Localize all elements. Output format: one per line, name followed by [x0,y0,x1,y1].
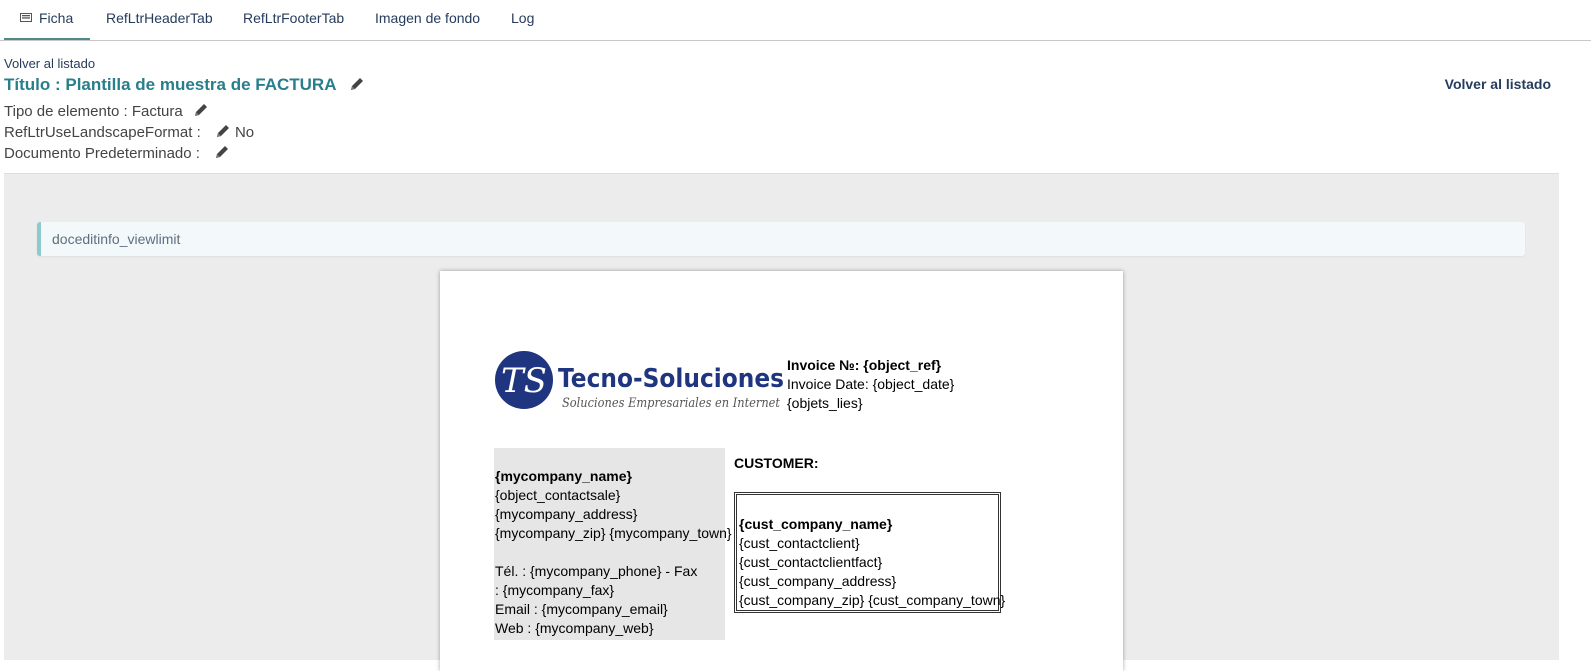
customer-line: {cust_company_address} [739,573,897,589]
tab-bar: Ficha RefLtrHeaderTab RefLtrFooterTab Im… [0,0,1591,41]
prop-default-document: Documento Predeterminado : [4,144,230,162]
customer-name: {cust_company_name} [739,515,998,534]
title-text: Título : Plantilla de muestra de FACTURA [4,75,336,94]
customer-line: {cust_contactclientfact} [739,554,883,570]
back-to-list-link[interactable]: Volver al listado [4,56,95,71]
document-sheet[interactable]: TS Tecno-Soluciones Soluciones Empresari… [440,271,1123,671]
company-line: {mycompany_zip} {mycompany_town} [495,525,732,541]
invoice-ref-line: Invoice №: {object_ref} [787,356,954,375]
card-icon [20,13,32,22]
tab-refltr-header[interactable]: RefLtrHeaderTab [106,0,213,40]
company-line: Email : {mycompany_email} [495,601,668,617]
company-block: {mycompany_name} {object_contactsale} {m… [494,448,732,640]
tab-label: RefLtrFooterTab [243,10,345,26]
company-name: {mycompany_name} [495,467,725,486]
company-line: Tél. : {mycompany_phone} - Fax [495,563,698,579]
tab-refltr-footer[interactable]: RefLtrFooterTab [243,0,344,40]
page-title: Título : Plantilla de muestra de FACTURA [4,75,365,95]
prop-label: Tipo de elemento : Factura [4,103,183,120]
tab-label: Log [511,10,535,26]
invoice-ref-value: {object_ref} [863,357,942,373]
customer-line: {cust_company_zip} {cust_company_town} [739,592,1006,608]
tab-label: RefLtrHeaderTab [106,10,213,26]
tab-log[interactable]: Log [511,0,534,40]
customer-name-text: {cust_company_name} [739,516,893,532]
info-message: doceditinfo_viewlimit [37,222,1525,256]
company-line: {object_contactsale} [495,487,621,503]
prop-element-type: Tipo de elemento : Factura [4,102,209,120]
company-line: Web : {mycompany_web} [495,620,654,636]
prop-value: No [234,124,255,141]
pencil-icon[interactable] [193,102,209,118]
logo-tagline: Soluciones Empresariales en Internet [562,396,781,411]
invoice-info: Invoice №: {object_ref} Invoice Date: {o… [787,356,954,413]
pencil-icon[interactable] [214,144,230,160]
customer-label: CUSTOMER: [734,455,819,471]
prop-label: Documento Predeterminado : [4,145,200,162]
tab-label: Imagen de fondo [375,10,481,26]
company-line [495,543,725,562]
customer-block: {cust_company_name} {cust_contactclient}… [734,492,1006,613]
tab-imagen-de-fondo[interactable]: Imagen de fondo [375,0,480,40]
company-line: {mycompany_address} [495,506,638,522]
prop-label: RefLtrUseLandscapeFormat : [4,124,201,141]
prop-landscape-format: RefLtrUseLandscapeFormat : No [4,123,254,141]
pencil-icon[interactable] [349,76,365,92]
invoice-date-line: Invoice Date: {object_date} [787,376,955,392]
pencil-icon[interactable] [215,123,231,139]
company-name-text: {mycompany_name} [495,468,632,484]
back-to-list-button[interactable]: Volver al listado [1445,76,1551,92]
tab-ficha[interactable]: Ficha [4,0,90,40]
linked-objects-line: {objets_lies} [787,395,863,411]
company-line: : {mycompany_fax} [495,582,615,598]
customer-line: {cust_contactclient} [739,535,860,551]
logo-monogram: TS [501,361,547,401]
tab-label: Ficha [39,10,74,26]
logo-name: Tecno-Soluciones [558,364,784,394]
document-editor-area: doceditinfo_viewlimit TS Tecno-Solucione… [4,173,1559,671]
company-logo: TS Tecno-Soluciones Soluciones Empresari… [495,351,784,411]
invoice-ref-label: Invoice №: [787,357,864,373]
